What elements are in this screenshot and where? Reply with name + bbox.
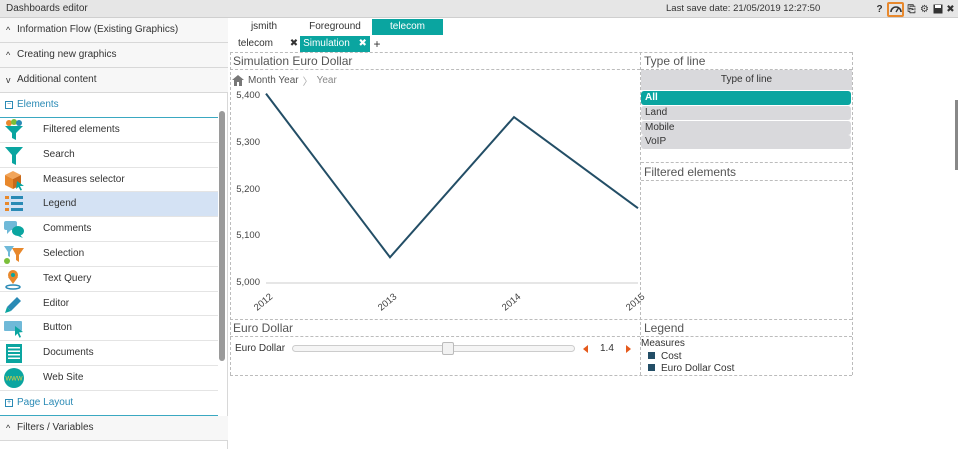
legend-item-euro-dollar-cost: Euro Dollar Cost [648, 363, 734, 374]
legend-heading: Measures [641, 338, 685, 349]
increment-arrow-icon[interactable] [626, 345, 631, 353]
y-tick-label: 5,400 [236, 90, 260, 101]
line-chart [265, 93, 639, 284]
euro-dollar-label: Euro Dollar [235, 343, 286, 354]
type-of-line-all[interactable]: All [641, 91, 851, 105]
euro-dollar-slider-thumb[interactable] [441, 342, 454, 355]
type-of-line-header: Type of line [641, 70, 852, 90]
type-of-line-land[interactable]: Land [641, 106, 851, 120]
euro-dollar-slider-track[interactable] [292, 345, 575, 352]
euro-dollar-title: Euro Dollar [233, 321, 294, 335]
legend-swatch [648, 364, 655, 371]
y-tick-label: 5,300 [236, 136, 260, 148]
decrement-arrow-icon[interactable] [583, 345, 588, 353]
y-tick-label: 5,200 [236, 183, 260, 195]
euro-dollar-value: 1.4 [600, 343, 614, 354]
type-of-line-title: Type of line [644, 54, 706, 68]
y-tick-label: 5,100 [236, 230, 260, 242]
filtered-elements-title: Filtered elements [644, 165, 737, 179]
y-tick-label: 5,000 [236, 277, 260, 288]
type-of-line-voip[interactable]: VoIP [641, 135, 851, 149]
series-line [265, 93, 639, 259]
legend-title: Legend [644, 321, 685, 335]
legend-label: Cost [661, 351, 682, 362]
legend-swatch [648, 352, 655, 359]
legend-label: Euro Dollar Cost [661, 363, 735, 374]
type-of-line-mobile[interactable]: Mobile [641, 121, 851, 135]
legend-item-cost: Cost [648, 351, 682, 362]
